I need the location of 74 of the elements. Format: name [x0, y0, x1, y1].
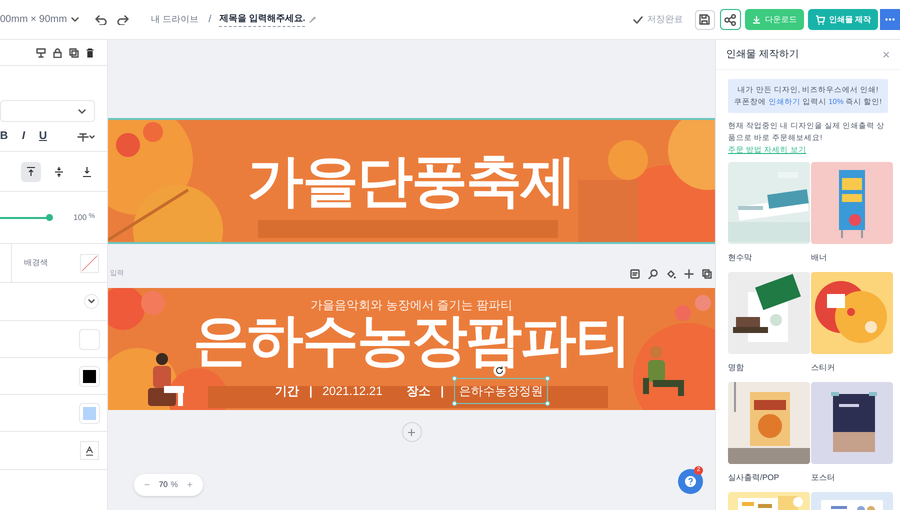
- share-icon: [724, 14, 736, 26]
- chevron-down-icon: [70, 16, 79, 22]
- chevron-down-icon: [88, 299, 95, 304]
- print-order-button[interactable]: 인쇄물 제작: [808, 9, 878, 30]
- align-middle-icon: [53, 166, 65, 178]
- cart-icon: [814, 14, 825, 24]
- expand-button[interactable]: [84, 294, 99, 309]
- banner-card[interactable]: 가을음악회와 농장에서 즐기는 팜파티 은하수농장팜파티 기간 | 2021.12.21 장소 | 은하수농장정원: [108, 286, 715, 412]
- zoom-value: 70: [158, 479, 168, 491]
- banner-title: 가을단풍축제: [248, 155, 576, 207]
- title-field[interactable]: 제목을 입력해주세요.: [219, 12, 306, 27]
- resize-handle[interactable]: [544, 401, 550, 406]
- undo-icon[interactable]: [94, 14, 107, 24]
- product-label[interactable]: 포스터: [811, 464, 888, 492]
- breadcrumb-separator: /: [208, 13, 212, 27]
- chevron-down-icon: [78, 108, 86, 114]
- align-top-button[interactable]: [21, 162, 41, 182]
- color-swatch[interactable]: [80, 366, 99, 386]
- resize-handle[interactable]: [452, 376, 457, 381]
- product-label[interactable]: 현수막: [728, 244, 805, 272]
- banner-title: 은하수농장팜파티: [193, 314, 630, 366]
- align-top-icon: [25, 166, 37, 178]
- event-date: 2021.12.21: [322, 383, 383, 400]
- percent-unit: %: [170, 479, 178, 491]
- product-label[interactable]: 스티커: [811, 354, 888, 382]
- more-button[interactable]: [880, 9, 900, 30]
- text-color-icon: [85, 446, 94, 456]
- opacity-value: 100: [73, 212, 87, 224]
- breadcrumb-link[interactable]: 내 드라이브: [150, 12, 198, 26]
- note-icon[interactable]: [630, 269, 640, 279]
- strikethrough-icon[interactable]: [77, 132, 95, 142]
- copy-icon[interactable]: [69, 48, 79, 58]
- product-label[interactable]: 명함: [728, 354, 805, 382]
- download-icon: [752, 15, 761, 24]
- italic-button[interactable]: I: [22, 128, 26, 145]
- panel-title: 인쇄물 제작하기: [726, 48, 799, 62]
- size-dropdown[interactable]: 00mm × 90mm: [0, 12, 79, 27]
- color-swatch[interactable]: [80, 330, 99, 348]
- text-color-button[interactable]: [80, 441, 99, 460]
- zoom-out-button[interactable]: −: [144, 478, 150, 492]
- bold-button[interactable]: B: [0, 128, 8, 145]
- info-label: 장소: [406, 383, 431, 400]
- resize-handle[interactable]: [452, 401, 457, 406]
- lock-icon[interactable]: [53, 48, 62, 58]
- underline-button[interactable]: U: [39, 128, 47, 145]
- check-icon: [632, 16, 643, 24]
- add-icon[interactable]: [684, 269, 694, 279]
- duplicate-icon[interactable]: [702, 269, 712, 279]
- zoom-in-button[interactable]: +: [186, 478, 193, 492]
- no-color-swatch[interactable]: [80, 254, 99, 272]
- banner-card[interactable]: 가을단풍축제: [108, 118, 715, 244]
- share-button[interactable]: [720, 9, 741, 30]
- product-label[interactable]: 배너: [811, 244, 888, 272]
- more-icon: [885, 18, 895, 21]
- venue-text: 은하수농장정원: [458, 384, 543, 398]
- separator: |: [440, 383, 444, 400]
- slash-icon: [81, 254, 98, 272]
- align-bottom-icon: [81, 166, 93, 178]
- save-button[interactable]: [694, 10, 715, 30]
- add-page-button[interactable]: [402, 422, 422, 442]
- color-swatch[interactable]: [80, 404, 99, 422]
- redo-icon[interactable]: [116, 14, 129, 24]
- background-color-label: 배경색: [24, 257, 48, 269]
- info-label: 기간: [275, 383, 300, 400]
- separator: |: [309, 383, 312, 400]
- close-button[interactable]: ×: [882, 48, 890, 61]
- opacity-slider-thumb[interactable]: [46, 214, 53, 220]
- help-chat-icon: [684, 475, 697, 488]
- add-icon: [407, 428, 416, 436]
- banner-subtitle: 가을음악회와 농장에서 즐기는 팜파티: [310, 297, 512, 314]
- trash-icon[interactable]: [86, 48, 94, 58]
- product-label[interactable]: 실사출력/POP: [728, 464, 805, 492]
- save-status: 저장완료: [646, 12, 683, 26]
- resize-handle[interactable]: [544, 376, 550, 381]
